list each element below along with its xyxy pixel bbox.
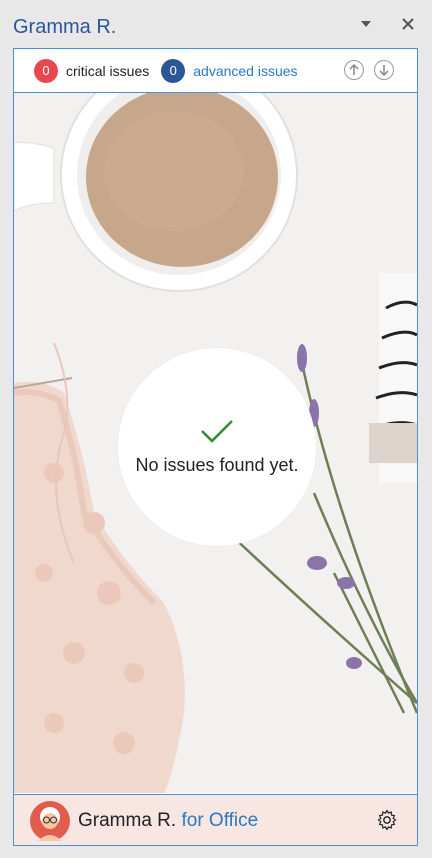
status-message: No issues found yet. — [135, 455, 299, 475]
advanced-issues-filter[interactable]: 0 advanced issues — [161, 58, 298, 83]
footer-product-name: Gramma R. for Office — [78, 810, 258, 832]
critical-issues-count: 0 — [34, 58, 58, 83]
footer-bar: Gramma R. for Office — [14, 794, 417, 845]
avatar — [30, 800, 70, 841]
status-card: No issues found yet. — [118, 348, 316, 546]
advanced-issues-label: advanced issues — [193, 62, 298, 79]
title-bar: Gramma R. — [0, 0, 432, 44]
window-title: Gramma R. — [13, 16, 117, 38]
advanced-issues-count: 0 — [161, 58, 186, 83]
critical-issues-label: critical issues — [66, 62, 150, 79]
gear-icon[interactable] — [377, 809, 397, 835]
critical-issues-filter[interactable]: 0 critical issues — [34, 58, 150, 83]
footer-name: Gramma R. — [78, 809, 177, 831]
background-photo: No issues found yet. — [14, 93, 417, 793]
issue-summary-bar: 0 critical issues 0 advanced issues — [14, 49, 417, 93]
footer-suffix: for Office — [181, 809, 259, 831]
arrow-up-icon[interactable] — [344, 60, 364, 80]
arrow-down-icon[interactable] — [374, 60, 394, 80]
dropdown-icon[interactable] — [355, 14, 377, 34]
task-pane: 0 critical issues 0 advanced issues No i… — [13, 48, 418, 846]
checkmark-icon — [200, 418, 234, 449]
close-icon[interactable] — [397, 14, 419, 34]
